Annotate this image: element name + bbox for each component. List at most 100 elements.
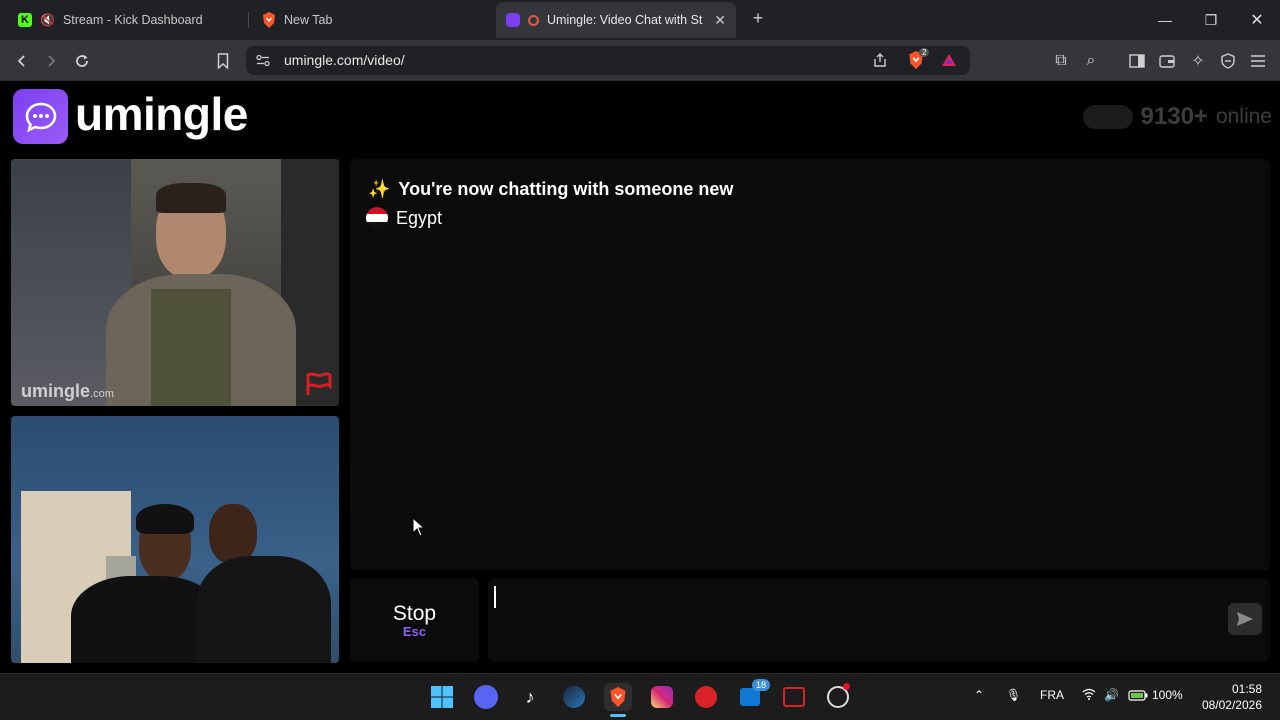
extensions-button[interactable]: ⧉: [1048, 48, 1074, 74]
reload-button[interactable]: [69, 48, 95, 74]
umingle-logo-icon[interactable]: [13, 89, 68, 144]
notification-badge: 18: [752, 679, 771, 691]
umingle-icon: [506, 13, 520, 27]
watermark-suffix: .com: [90, 388, 114, 400]
muted-audio-icon[interactable]: 🔇: [40, 13, 55, 27]
battery-indicator[interactable]: 100%: [1128, 688, 1183, 702]
stop-label: Stop: [392, 601, 437, 625]
bookmark-button[interactable]: [210, 48, 236, 74]
watermark-text: umingle: [21, 381, 91, 401]
recording-icon: [528, 14, 539, 26]
online-label: online: [1215, 105, 1272, 128]
text-caret: [494, 586, 496, 608]
battery-icon: [1128, 689, 1148, 701]
back-button[interactable]: [9, 48, 35, 74]
person-head: [209, 504, 257, 564]
puzzle-icon: ⧉: [1055, 52, 1067, 69]
share-icon[interactable]: [872, 52, 888, 68]
url-text: umingle.com/video/: [284, 52, 405, 68]
steam-icon: [563, 686, 585, 708]
leo-ai-button[interactable]: ✧: [1185, 48, 1211, 74]
site-settings-icon[interactable]: [256, 54, 270, 67]
restore-button[interactable]: ❐: [1188, 0, 1234, 40]
taskbar-brave[interactable]: [604, 683, 632, 717]
umingle-page: umingle 9130+ online umingle.com ✨ You'r…: [0, 81, 1280, 673]
report-flag-icon[interactable]: [305, 371, 333, 397]
language-indicator[interactable]: FRA: [1040, 688, 1064, 702]
tab-search-button[interactable]: ⌕: [1078, 48, 1104, 74]
forward-button[interactable]: [38, 48, 64, 74]
kick-icon: K: [18, 13, 32, 27]
tab-label: Umingle: Video Chat with Stra: [547, 13, 703, 27]
tab-new-tab[interactable]: New Tab: [252, 2, 490, 38]
tab-umingle[interactable]: Umingle: Video Chat with Stra ✕: [496, 2, 736, 38]
message-input[interactable]: [488, 578, 1270, 662]
hamburger-icon: [1251, 55, 1265, 67]
start-button[interactable]: [428, 683, 456, 711]
taskbar-discord[interactable]: [472, 683, 500, 711]
vpn-button[interactable]: [1215, 48, 1241, 74]
person-shirt: [151, 289, 231, 406]
site-logo-text[interactable]: umingle: [75, 87, 248, 141]
clock-date: 08/02/2026: [1201, 698, 1262, 712]
stranger-video: umingle.com: [11, 159, 339, 406]
brave-icon: [263, 12, 275, 28]
online-indicator: 9130+ online: [1082, 103, 1272, 131]
mouse-cursor-icon: [412, 517, 426, 537]
person-durag: [136, 504, 194, 534]
sparkle-icon: ✧: [1191, 53, 1205, 70]
brave-shields-button[interactable]: 2: [908, 48, 930, 71]
clock-time: 01:58: [1231, 682, 1262, 696]
address-bar[interactable]: umingle.com/video/ 2: [246, 46, 970, 75]
video-watermark: umingle.com: [21, 381, 114, 402]
recording-dot: [843, 683, 850, 690]
taskbar-obs[interactable]: [824, 683, 852, 711]
taskbar-tiktok[interactable]: ♪: [516, 683, 544, 711]
active-indicator: [610, 714, 626, 717]
close-tab-icon[interactable]: ✕: [714, 12, 726, 29]
person-hoodie: [196, 556, 331, 663]
filter-toggle[interactable]: [1082, 105, 1133, 129]
chevron-up-icon: ⌃: [974, 688, 985, 702]
show-hidden-icons-button[interactable]: ⌃: [974, 688, 984, 702]
brave-rewards-icon[interactable]: [941, 53, 957, 67]
send-button[interactable]: [1228, 603, 1262, 635]
stop-button[interactable]: Stop Esc: [350, 578, 479, 662]
taskbar-steam[interactable]: [560, 683, 588, 711]
taskbar-mail[interactable]: 18: [736, 679, 771, 711]
wifi-icon[interactable]: [1082, 688, 1096, 703]
minimize-button[interactable]: —: [1142, 0, 1188, 40]
stop-shortcut: Esc: [402, 623, 427, 639]
windows-icon: [431, 686, 453, 708]
taskbar-vivaldi[interactable]: [780, 683, 808, 711]
send-icon: [1237, 612, 1253, 626]
tab-label: Stream - Kick Dashboard: [62, 13, 203, 27]
bookmark-icon: [217, 53, 229, 69]
volume-icon[interactable]: 🔊: [1104, 688, 1119, 702]
clock[interactable]: 01:58 08/02/2026: [1202, 681, 1262, 713]
system-message-text: You're now chatting with someone new: [398, 179, 734, 199]
wallet-button[interactable]: [1154, 48, 1180, 74]
tab-label: New Tab: [284, 13, 333, 27]
windows-taskbar: ♪ 18 ⌃ 🎙 FRA 🔊 100% 01:58 08/02/2026: [0, 673, 1280, 720]
tiktok-icon: ♪: [525, 686, 535, 707]
person-hair: [156, 183, 226, 213]
tab-kick-dashboard[interactable]: K 🔇 Stream - Kick Dashboard: [8, 2, 246, 38]
chat-panel: ✨ You're now chatting with someone new E…: [350, 159, 1270, 570]
app-red-icon: [695, 686, 717, 708]
online-count: 9130+: [1140, 103, 1208, 130]
close-window-button[interactable]: ✕: [1234, 0, 1280, 40]
sidebar-icon: [1129, 54, 1145, 68]
taskbar-instagram[interactable]: [648, 683, 676, 711]
browser-toolbar: umingle.com/video/ 2 ⧉ ⌕ ✧: [0, 40, 1280, 81]
chat-bubble-icon: [25, 102, 56, 132]
self-video: [11, 416, 339, 663]
sidebar-button[interactable]: [1124, 48, 1150, 74]
arrow-left-icon: [17, 55, 25, 67]
new-tab-button[interactable]: +: [748, 8, 768, 32]
taskbar-app-red[interactable]: [692, 683, 720, 711]
menu-button[interactable]: [1245, 48, 1271, 74]
reload-icon: [76, 55, 88, 67]
microphone-icon[interactable]: 🎙: [1006, 688, 1021, 702]
system-message: ✨ You're now chatting with someone new: [368, 179, 733, 200]
